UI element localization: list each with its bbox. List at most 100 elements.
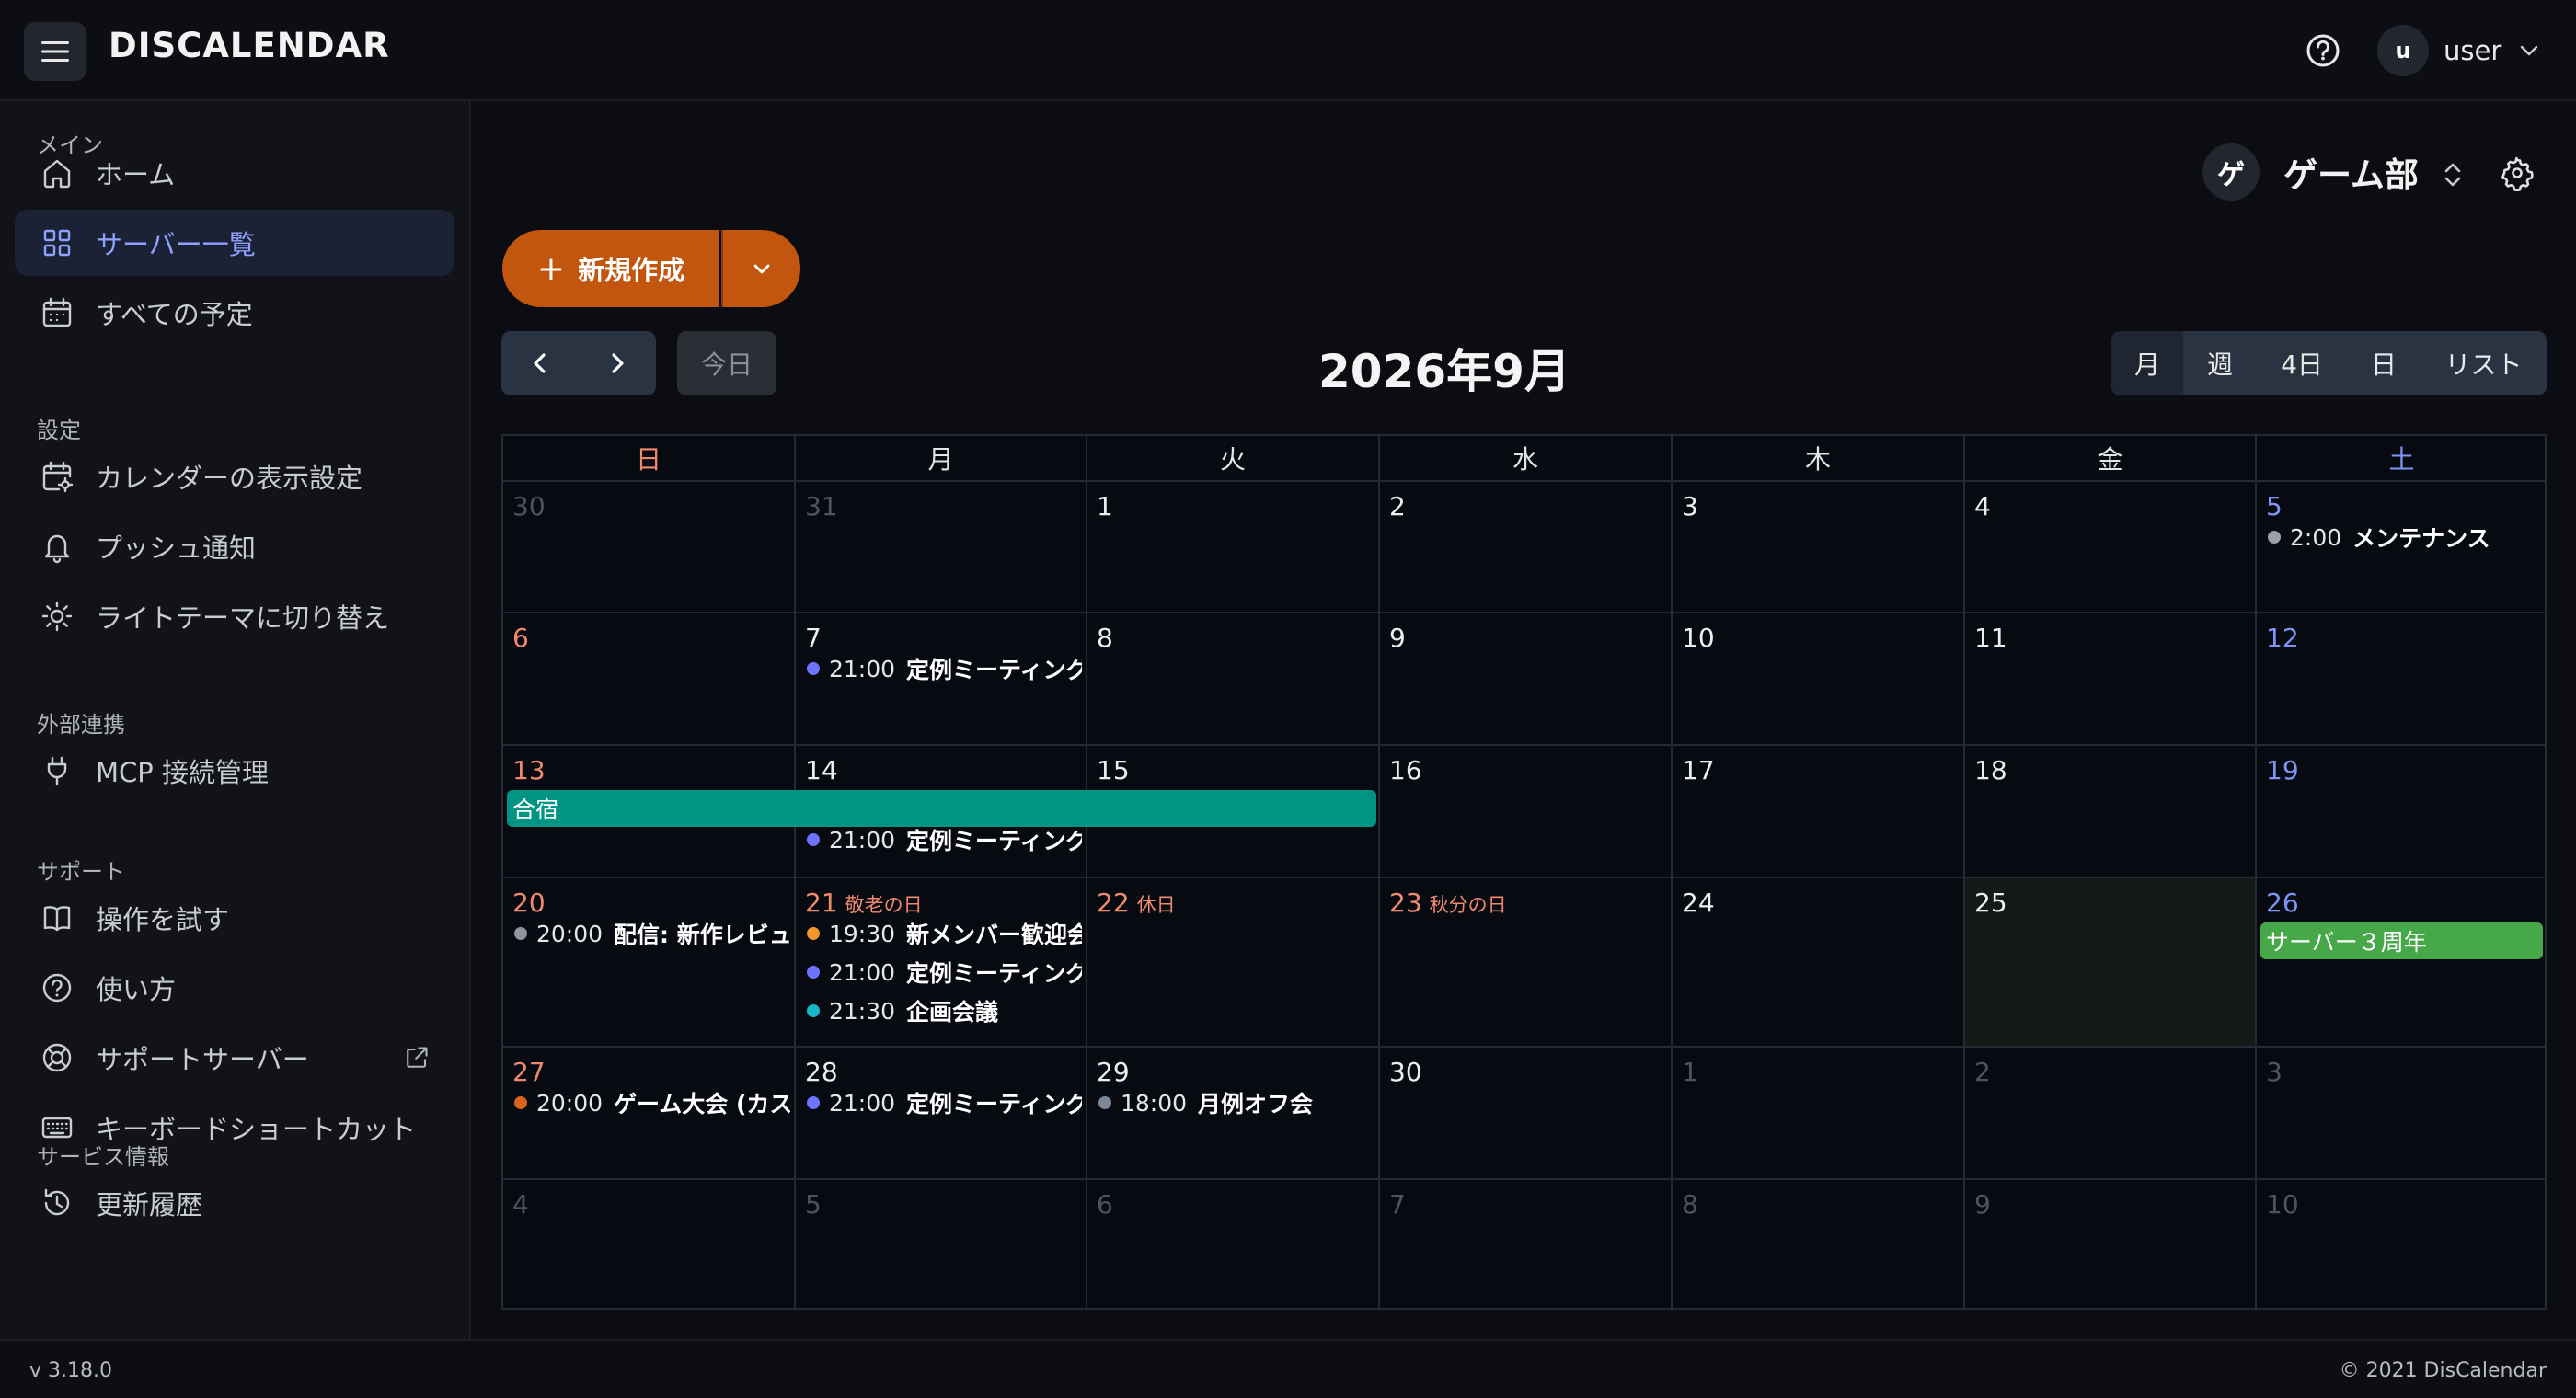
day-cell[interactable]: 25	[1965, 878, 2257, 1048]
sidebar-item-bell[interactable]: プッシュ通知	[15, 513, 454, 579]
day-cell[interactable]: 7 21:00 定例ミーティング	[796, 613, 1087, 746]
day-cell[interactable]: 7	[1380, 1180, 1673, 1310]
sidebar-item-book[interactable]: 操作を試す	[15, 885, 454, 951]
day-number-text: 2	[1974, 1057, 1991, 1087]
sidebar-item-calendar[interactable]: すべての予定	[15, 280, 454, 346]
sidebar-item-lifebuoy[interactable]: サポートサーバー	[15, 1025, 454, 1091]
day-cell[interactable]: 5	[796, 1180, 1087, 1310]
event-time: 19:30	[829, 920, 896, 947]
view-button[interactable]: 月	[2111, 331, 2183, 395]
calendar-event[interactable]: 20:00 ゲーム大会 (カスタム)	[514, 1086, 790, 1119]
day-cell[interactable]: 31	[796, 482, 1087, 613]
day-cell[interactable]: 22 休日	[1087, 878, 1380, 1048]
sidebar-item-home[interactable]: ホーム	[15, 140, 454, 206]
day-cell[interactable]: 30	[1380, 1048, 1673, 1180]
day-cell[interactable]: 3	[1673, 482, 1965, 613]
event-time: 21:00	[829, 826, 896, 854]
day-cell[interactable]: 6	[503, 613, 796, 746]
calendar-event[interactable]: 21:00 定例ミーティング	[807, 823, 1082, 856]
day-cell[interactable]: 8	[1673, 1180, 1965, 1310]
day-number: 30	[1389, 1057, 1422, 1087]
day-cell[interactable]: 19	[2257, 746, 2547, 878]
calendar-event[interactable]: 2:00 メンテナンス	[2268, 521, 2543, 554]
all-day-event[interactable]: サーバー３周年	[2260, 922, 2543, 959]
day-cell[interactable]: 5 2:00 メンテナンス	[2257, 482, 2547, 613]
username: user	[2444, 35, 2502, 66]
event-dot	[807, 966, 820, 979]
view-button[interactable]: リスト	[2421, 331, 2547, 395]
help-button[interactable]	[2300, 28, 2346, 74]
new-event-button[interactable]: + 新規作成	[502, 230, 719, 307]
day-cell[interactable]: 24	[1673, 878, 1965, 1048]
day-cell[interactable]: 28 21:00 定例ミーティング	[796, 1048, 1087, 1180]
prev-month-button[interactable]	[501, 331, 579, 395]
calendar-event[interactable]: 20:00 配信: 新作レビュー	[514, 917, 790, 950]
day-number-text: 1	[1097, 491, 1113, 521]
today-button[interactable]: 今日	[677, 331, 776, 395]
sidebar-item-calendar-settings[interactable]: カレンダーの表示設定	[15, 443, 454, 510]
day-number: 5	[2266, 491, 2283, 521]
sidebar-item-grid[interactable]: サーバー一覧	[15, 210, 454, 276]
event-time: 21:00	[829, 1089, 896, 1117]
day-cell[interactable]: 29 18:00 月例オフ会	[1087, 1048, 1380, 1180]
server-name[interactable]: ゲーム部	[2283, 147, 2419, 197]
day-cell[interactable]: 8	[1087, 613, 1380, 746]
calendar-event[interactable]: 21:00 定例ミーティング	[807, 652, 1082, 685]
gear-icon[interactable]	[2499, 155, 2536, 191]
sidebar-item-plug[interactable]: MCP 接続管理	[15, 738, 454, 804]
day-cell[interactable]: 11	[1965, 613, 2257, 746]
menu-button[interactable]	[24, 22, 86, 81]
day-cell[interactable]: 30	[503, 482, 796, 613]
day-cell[interactable]: 6	[1087, 1180, 1380, 1310]
day-cell[interactable]: 4	[503, 1180, 796, 1310]
day-cell[interactable]: 2020:00 配信: 新作レビュー	[503, 878, 796, 1048]
day-cell[interactable]: 9	[1380, 613, 1673, 746]
sidebar-item-sun[interactable]: ライトテーマに切り替え	[15, 583, 454, 649]
calendar-event[interactable]: 18:00 月例オフ会	[1098, 1086, 1374, 1119]
day-cell[interactable]: 17	[1673, 746, 1965, 878]
day-number-text: 17	[1682, 755, 1715, 785]
brand-logo[interactable]: DISCALENDAR	[109, 26, 390, 65]
day-number: 24	[1682, 888, 1715, 918]
day-cell[interactable]: 1	[1673, 1048, 1965, 1180]
selector-icon[interactable]	[2440, 158, 2466, 191]
day-number-text: 14	[805, 755, 838, 785]
calendar-event[interactable]: 19:30 新メンバー歓迎会	[807, 917, 1082, 950]
view-button[interactable]: 日	[2347, 331, 2421, 395]
day-cell[interactable]: 2	[1965, 1048, 2257, 1180]
day-number-text: 23	[1389, 888, 1422, 918]
view-button[interactable]: 4日	[2257, 331, 2347, 395]
event-time: 21:30	[829, 997, 896, 1025]
day-cell[interactable]: 10	[2257, 1180, 2547, 1310]
day-cell[interactable]: 9	[1965, 1180, 2257, 1310]
sidebar-item-history[interactable]: 更新履歴	[15, 1170, 454, 1236]
day-cell[interactable]: 1	[1087, 482, 1380, 613]
day-cell[interactable]: 10	[1673, 613, 1965, 746]
day-number: 15	[1097, 755, 1130, 785]
user-menu[interactable]: u user	[2377, 24, 2540, 77]
day-cell[interactable]: 3	[2257, 1048, 2547, 1180]
day-cell[interactable]: 12	[2257, 613, 2547, 746]
holiday-name: 敬老の日	[845, 894, 923, 916]
day-cell[interactable]: 26	[2257, 878, 2547, 1048]
day-cell[interactable]: 18	[1965, 746, 2257, 878]
calendar-event[interactable]: 21:30 企画会議	[807, 994, 1082, 1027]
view-button[interactable]: 週	[2183, 331, 2257, 395]
sidebar-item-label: ホーム	[96, 159, 176, 190]
next-month-button[interactable]	[579, 331, 656, 395]
event-title: 企画会議	[906, 999, 999, 1026]
sidebar-item-label: MCP 接続管理	[96, 757, 269, 788]
weekday-header: 火	[1087, 436, 1380, 482]
sidebar-item-help-circle[interactable]: 使い方	[15, 955, 454, 1021]
day-cell[interactable]: 2720:00 ゲーム大会 (カスタム)	[503, 1048, 796, 1180]
day-cell[interactable]: 2	[1380, 482, 1673, 613]
day-cell[interactable]: 23 秋分の日	[1380, 878, 1673, 1048]
server-avatar[interactable]: ゲ	[2202, 143, 2260, 201]
day-cell[interactable]: 21 敬老の日 19:30 新メンバー歓迎会 21:00 定例ミーティング 21:30 企画会…	[796, 878, 1087, 1048]
calendar-event[interactable]: 21:00 定例ミーティング	[807, 956, 1082, 989]
all-day-event[interactable]: 合宿	[507, 790, 1376, 827]
day-cell[interactable]: 16	[1380, 746, 1673, 878]
calendar-event[interactable]: 21:00 定例ミーティング	[807, 1086, 1082, 1119]
day-cell[interactable]: 4	[1965, 482, 2257, 613]
new-event-dropdown-button[interactable]	[721, 230, 800, 307]
